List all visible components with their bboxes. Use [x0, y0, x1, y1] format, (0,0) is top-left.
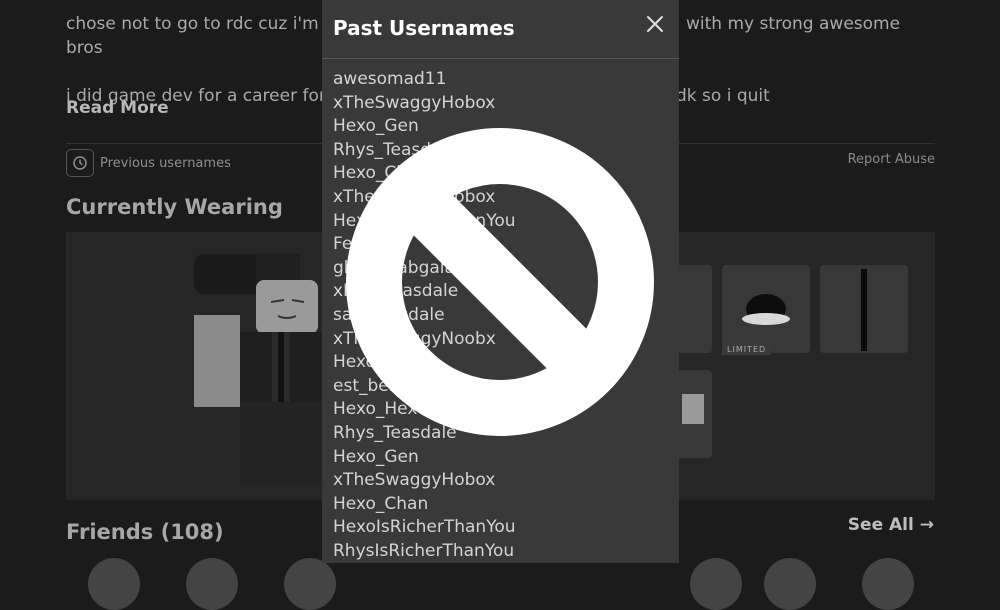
username-item: Fe: [333, 234, 353, 255]
username-list: awesomad11 xTheSwaggyHobox Hexo_Gen Rhys_Te…: [333, 68, 516, 563]
previous-usernames-button[interactable]: Previous usernames: [66, 149, 231, 177]
wearing-item-tie[interactable]: [820, 265, 908, 353]
bio-text-line-3-right: dk so i quit: [676, 86, 770, 106]
modal-title: Past Usernames: [333, 16, 515, 40]
bio-text-line-1-right: with my strong awesome: [686, 14, 901, 34]
username-item: est_ben: [333, 375, 400, 396]
close-button[interactable]: [644, 13, 666, 35]
username-item: Hexo_Chan: [333, 163, 429, 184]
hat-icon: [742, 294, 790, 325]
past-usernames-modal: Past Usernames awesomad11 xTheSwaggyHobox…: [322, 0, 679, 563]
username-item: Hexo_Hexo: [333, 399, 428, 420]
close-icon: [647, 16, 663, 32]
wearing-item-hat[interactable]: LIMITED: [722, 265, 810, 355]
username-item: sallyteasdale: [333, 304, 445, 325]
username-item: Hexo_Gen: [333, 446, 419, 467]
read-more-link[interactable]: Read More: [66, 98, 169, 118]
username-item: HexoIsRicherThanYou: [333, 210, 516, 231]
bio-text-line-2: bros: [66, 38, 103, 58]
username-item: Hexo_Chan: [333, 493, 429, 514]
username-item: xTheSwaggyHobox: [333, 186, 496, 207]
history-icon: [66, 149, 94, 177]
username-item: RhysIsRicherThanYou: [333, 540, 515, 561]
username-item: Rhys_Teasdale: [333, 422, 457, 443]
username-item: xTheSwaggyNoobx: [333, 328, 496, 349]
username-item: Rhys_Teasdale: [333, 139, 457, 160]
friend-avatar[interactable]: [284, 558, 336, 610]
currently-wearing-heading: Currently Wearing: [66, 195, 283, 219]
username-item: HexoGen: [333, 352, 411, 373]
friend-avatar[interactable]: [88, 558, 140, 610]
username-item: awesomad11: [333, 69, 447, 89]
limited-badge: LIMITED: [722, 344, 772, 355]
username-item: xTheSwaggyHobox: [333, 92, 496, 113]
tie-icon: [861, 269, 867, 351]
username-item: gbgabgabgala: [333, 257, 455, 278]
friends-heading: Friends (108): [66, 520, 224, 544]
previous-usernames-label: Previous usernames: [100, 155, 231, 171]
wearing-items-panel: LIMITED: [624, 232, 935, 500]
report-abuse-link[interactable]: Report Abuse: [848, 152, 935, 167]
see-all-friends-link[interactable]: See All →: [848, 515, 934, 535]
avatar-figure: [194, 254, 322, 482]
username-item: Hexo_Gen: [333, 116, 419, 137]
friend-avatar[interactable]: [764, 558, 816, 610]
friend-avatar[interactable]: [186, 558, 238, 610]
friend-avatar[interactable]: [862, 558, 914, 610]
username-item: HexoIsRicherThanYou: [333, 517, 516, 538]
friend-avatar[interactable]: [690, 558, 742, 610]
bio-text-line-1: chose not to go to rdc cuz i'm t: [66, 14, 331, 34]
username-item: xRhysTeasdale: [333, 281, 459, 302]
username-item: xTheSwaggyHobox: [333, 470, 496, 491]
modal-header: Past Usernames: [322, 0, 679, 59]
avatar-preview[interactable]: [66, 232, 322, 500]
